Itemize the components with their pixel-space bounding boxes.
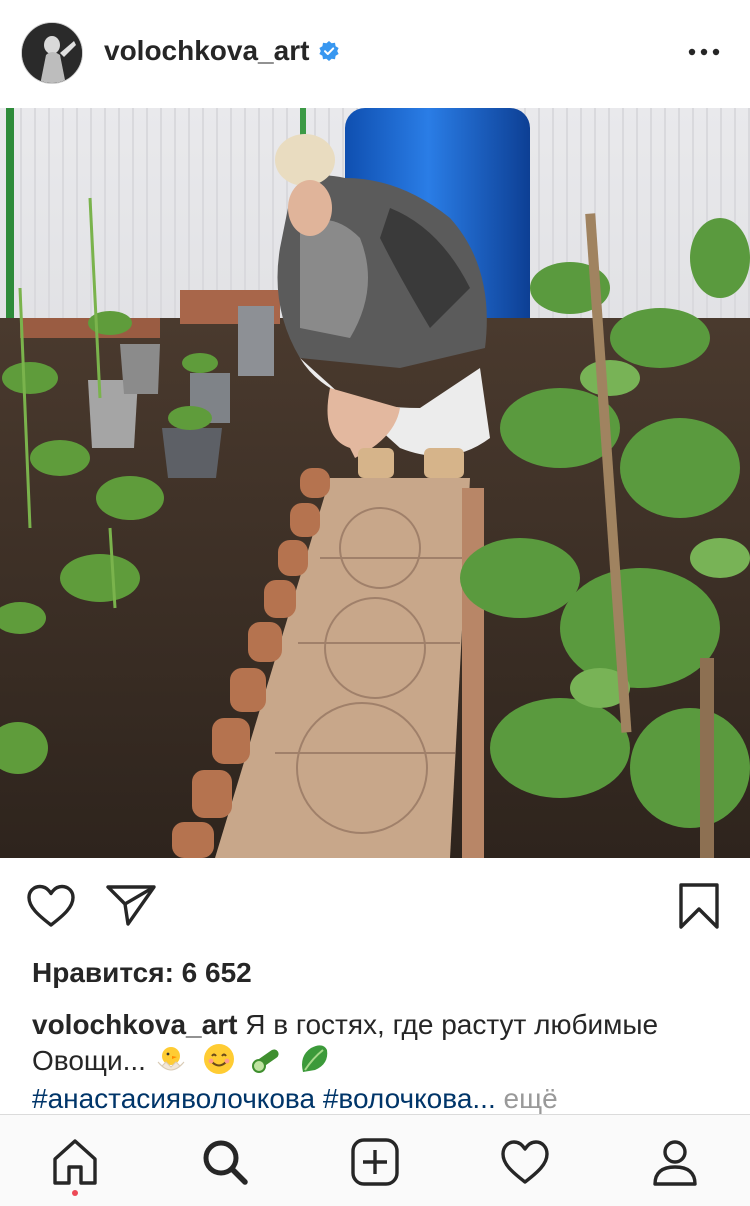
caption-hashtags-row: #анастасияволочкова #волочкова... ещё [32,1082,732,1116]
more-options-icon[interactable] [686,40,722,64]
likes-count[interactable]: Нравится: 6 652 [32,957,252,989]
hatching-chick-emoji-icon [157,1047,185,1071]
save-bookmark-icon[interactable] [678,882,720,930]
post-photo[interactable] [0,108,750,858]
new-post-plus-icon[interactable] [350,1137,400,1187]
avatar[interactable] [21,22,83,84]
smiling-face-emoji-icon [203,1044,234,1074]
verified-badge-icon [319,41,340,61]
home-icon[interactable] [50,1137,100,1187]
share-paper-plane-icon[interactable] [106,884,156,926]
bottom-tab-bar [0,1114,750,1206]
home-notification-dot [72,1190,78,1196]
post-actions [0,858,750,952]
caption-username[interactable]: volochkova_art [32,1009,237,1040]
activity-heart-icon[interactable] [500,1137,550,1187]
post-header: volochkova_art [0,0,750,108]
username-text[interactable]: volochkova_art [104,35,309,67]
hashtags-link[interactable]: #анастасияволочкова #волочкова... [32,1083,496,1114]
caption-more-link[interactable]: ещё [504,1083,558,1114]
search-icon[interactable] [200,1137,250,1187]
post-username[interactable]: volochkova_art [104,35,340,67]
profile-person-icon[interactable] [650,1137,700,1187]
leafy-green-emoji-icon [302,1045,328,1072]
cucumber-emoji-icon [252,1049,279,1073]
like-heart-icon[interactable] [26,884,76,928]
post-caption: volochkova_art Я в гостях, где растут лю… [32,1008,722,1078]
